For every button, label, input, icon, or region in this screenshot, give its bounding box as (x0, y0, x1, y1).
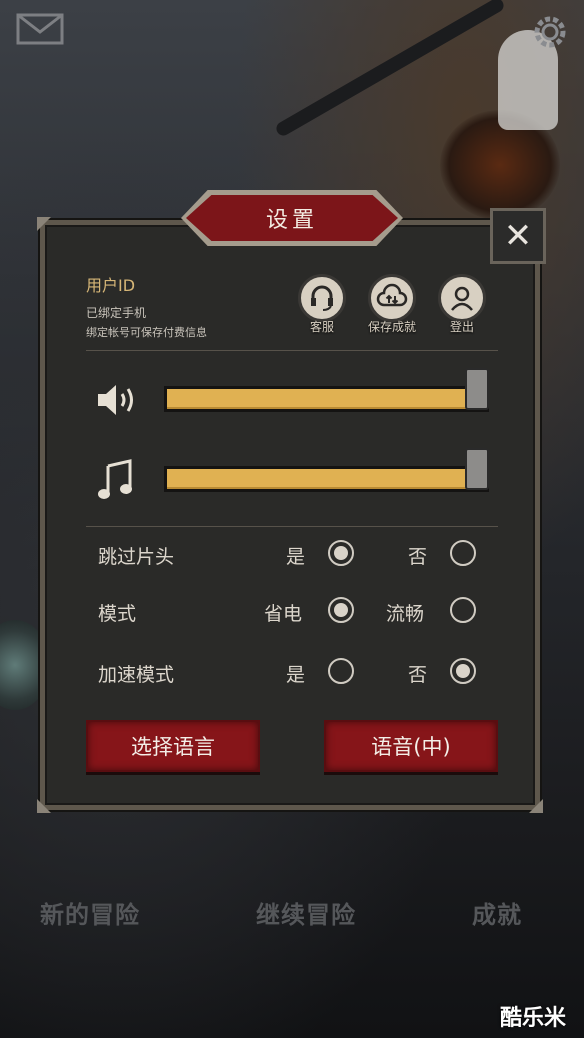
radio-button[interactable] (328, 540, 354, 566)
close-button[interactable]: ✕ (490, 208, 546, 264)
save-achievements-button[interactable]: 保存成就 (362, 274, 422, 335)
panel-corner (37, 217, 51, 231)
sound-slider-track[interactable] (164, 386, 489, 412)
cloud-sync-icon (368, 274, 416, 322)
option-speed-mode: 加速模式 是 否 (98, 656, 498, 688)
radio-button[interactable] (328, 658, 354, 684)
music-slider-track[interactable] (164, 466, 489, 492)
option-mode: 模式 省电 流畅 (98, 595, 498, 627)
avatar-icon (438, 274, 486, 322)
music-volume-slider[interactable] (96, 448, 496, 502)
radio-button[interactable] (328, 597, 354, 623)
choice-label: 流畅 (386, 603, 425, 625)
mail-icon[interactable] (16, 13, 64, 45)
panel-corner (37, 799, 51, 813)
radio-button[interactable] (450, 658, 476, 684)
background-pumpkin (440, 110, 560, 220)
continue-adventure-button[interactable]: 继续冒险 (256, 895, 356, 930)
speaker-icon (96, 378, 142, 422)
customer-service-label: 客服 (309, 320, 334, 334)
voice-language-button[interactable]: 语音(中) (324, 720, 498, 772)
page-title: 设置 (186, 195, 398, 241)
music-note-icon (96, 458, 142, 502)
sound-slider-handle[interactable] (465, 368, 489, 410)
new-adventure-button[interactable]: 新的冒险 (40, 895, 140, 930)
sound-volume-slider[interactable] (96, 368, 496, 422)
logout-label: 登出 (449, 320, 474, 334)
save-achievements-label: 保存成就 (367, 320, 416, 334)
account-info: 用户ID 已绑定手机 绑定帐号可保存付费信息 (86, 272, 207, 340)
close-icon: ✕ (503, 216, 533, 256)
headset-icon (298, 274, 346, 322)
choice-label: 否 (408, 664, 428, 686)
music-slider-fill (167, 469, 486, 489)
choice-label: 是 (286, 546, 306, 568)
panel-corner (529, 799, 543, 813)
watermark: 酷乐米 (500, 1006, 567, 1031)
logout-button[interactable]: 登出 (432, 274, 492, 335)
choice-label: 是 (286, 664, 306, 686)
radio-button[interactable] (450, 597, 476, 623)
background-branch (273, 0, 507, 139)
user-id-label: 用户ID (86, 276, 136, 295)
music-slider-handle[interactable] (465, 448, 489, 490)
divider (86, 350, 498, 351)
bind-hint: 绑定帐号可保存付费信息 (86, 326, 207, 339)
option-label: 模式 (98, 603, 137, 625)
choice-label: 否 (408, 546, 428, 568)
customer-service-button[interactable]: 客服 (292, 274, 352, 335)
radio-button[interactable] (450, 540, 476, 566)
option-skip-intro: 跳过片头 是 否 (98, 538, 498, 570)
option-label: 跳过片头 (98, 546, 175, 568)
gear-icon[interactable] (530, 12, 570, 52)
choice-label: 省电 (264, 603, 303, 625)
select-language-button[interactable]: 选择语言 (86, 720, 260, 772)
achievements-button[interactable]: 成就 (472, 895, 522, 930)
divider (86, 526, 498, 527)
sound-slider-fill (167, 389, 486, 409)
option-label: 加速模式 (98, 664, 175, 686)
bound-status: 已绑定手机 (86, 306, 147, 320)
